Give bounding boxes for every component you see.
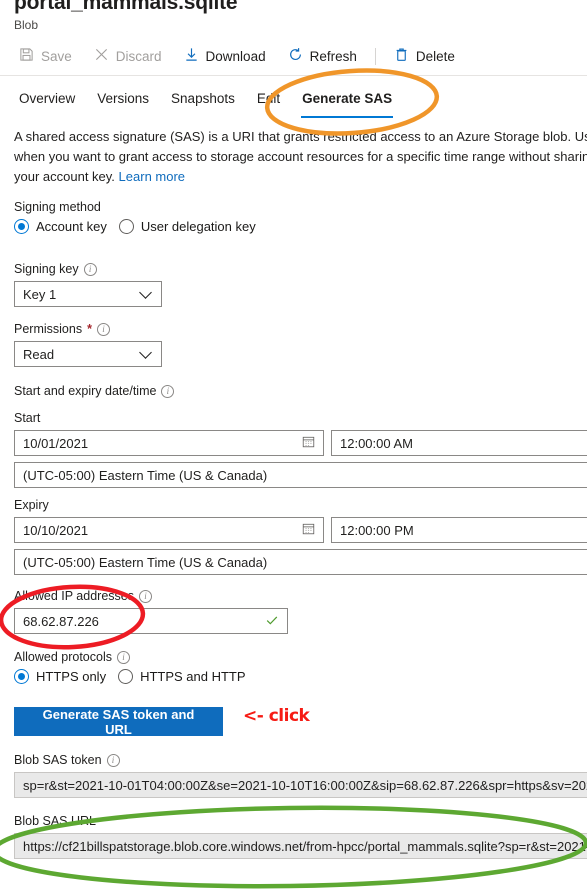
toolbar-divider [375,48,376,65]
toolbar-bottom-rule [0,75,587,76]
blob-sas-url-value: https://cf21billspatstorage.blob.core.wi… [23,839,587,854]
allowed-protocols-label: Allowed protocols [14,650,112,664]
click-annotation: <- click [243,706,309,726]
expiry-timezone-input[interactable]: (UTC-05:00) Eastern Time (US & Canada) [14,549,587,575]
calendar-icon[interactable] [302,522,315,538]
start-label: Start [14,411,40,425]
generate-sas-button[interactable]: Generate SAS token and URL [14,707,223,736]
delete-label: Delete [416,49,455,64]
permissions-label: Permissions [14,322,82,336]
allowed-protocols-radio-group: HTTPS only HTTPS and HTTP [14,669,246,684]
allowed-ip-input[interactable]: 68.62.87.226 [14,608,288,634]
discard-label: Discard [116,49,162,64]
calendar-icon[interactable] [302,435,315,451]
allowed-protocols-option-1-label: HTTPS and HTTP [140,669,245,684]
refresh-label: Refresh [310,49,357,64]
start-date-input[interactable]: 10/01/2021 [14,430,324,456]
page-header: portal_mammals.sqlite Blob [14,0,237,33]
radio-https-and-http-icon[interactable] [118,669,133,684]
start-timezone-value: (UTC-05:00) Eastern Time (US & Canada) [23,468,267,483]
download-icon [184,47,199,65]
permissions-required-marker: * [87,322,92,336]
signing-method-option-account-key[interactable]: Account key [14,219,107,234]
blob-sas-token-label-row: Blob SAS token i [14,753,120,767]
allowed-ip-label: Allowed IP addresses [14,589,134,603]
sas-description-text: A shared access signature (SAS) is a URI… [14,129,587,184]
allowed-protocols-option-https-only[interactable]: HTTPS only [14,669,106,684]
tab-edit[interactable]: Edit [246,86,291,118]
signing-key-info-icon[interactable]: i [84,263,97,276]
allowed-protocols-option-https-and-http[interactable]: HTTPS and HTTP [118,669,245,684]
delete-button[interactable]: Delete [383,42,466,70]
signing-method-label: Signing method [14,200,101,214]
refresh-icon [288,47,303,65]
signing-key-label: Signing key [14,262,79,276]
sas-description: A shared access signature (SAS) is a URI… [14,127,587,187]
blob-sas-token-label: Blob SAS token [14,753,102,767]
page-subtitle: Blob [14,17,237,33]
permissions-info-icon[interactable]: i [97,323,110,336]
permissions-select[interactable]: Read [14,341,162,367]
download-label: Download [206,49,266,64]
valid-check-icon [265,613,279,630]
signing-key-value: Key 1 [23,287,56,302]
tab-generate-sas[interactable]: Generate SAS [291,86,403,118]
permissions-label-row: Permissions * i [14,322,110,336]
command-bar: Save Discard Download Refresh Delete [8,42,466,70]
start-date-value: 10/01/2021 [23,436,88,451]
expiry-time-input[interactable]: 12:00:00 PM [331,517,587,543]
discard-icon [94,47,109,65]
start-time-input[interactable]: 12:00:00 AM [331,430,587,456]
save-icon [19,47,34,65]
tab-bar: Overview Versions Snapshots Edit Generat… [8,86,403,118]
allowed-ip-info-icon[interactable]: i [139,590,152,603]
chevron-down-icon [139,346,152,359]
radio-user-delegation-key-icon[interactable] [119,219,134,234]
expiry-time-value: 12:00:00 PM [340,523,414,538]
allowed-protocols-label-row: Allowed protocols i [14,650,130,664]
signing-method-option-1-label: User delegation key [141,219,256,234]
blob-sas-url-label: Blob SAS URL [14,814,96,828]
allowed-protocols-info-icon[interactable]: i [117,651,130,664]
start-timezone-input[interactable]: (UTC-05:00) Eastern Time (US & Canada) [14,462,587,488]
date-section-label: Start and expiry date/time [14,384,156,398]
download-button[interactable]: Download [173,42,277,70]
blob-sas-token-info-icon[interactable]: i [107,754,120,767]
refresh-button[interactable]: Refresh [277,42,368,70]
save-button[interactable]: Save [8,42,83,70]
radio-account-key-icon[interactable] [14,219,29,234]
signing-method-option-0-label: Account key [36,219,107,234]
discard-button[interactable]: Discard [83,42,173,70]
permissions-value: Read [23,347,54,362]
expiry-date-value: 10/10/2021 [23,523,88,538]
expiry-timezone-value: (UTC-05:00) Eastern Time (US & Canada) [23,555,267,570]
save-label: Save [41,49,72,64]
learn-more-link[interactable]: Learn more [119,169,185,184]
date-section-info-icon[interactable]: i [161,385,174,398]
blob-sas-url-field[interactable]: https://cf21billspatstorage.blob.core.wi… [14,833,587,859]
radio-https-only-icon[interactable] [14,669,29,684]
tab-versions[interactable]: Versions [86,86,160,118]
signing-key-select[interactable]: Key 1 [14,281,162,307]
signing-method-option-user-delegation-key[interactable]: User delegation key [119,219,256,234]
signing-method-label-wrap: Signing method [14,200,101,214]
tab-overview[interactable]: Overview [8,86,86,118]
signing-key-label-row: Signing key i [14,262,97,276]
expiry-date-input[interactable]: 10/10/2021 [14,517,324,543]
blob-sas-token-value: sp=r&st=2021-10-01T04:00:00Z&se=2021-10-… [23,778,587,793]
allowed-ip-value: 68.62.87.226 [23,614,99,629]
allowed-protocols-option-0-label: HTTPS only [36,669,106,684]
delete-icon [394,47,409,65]
blob-sas-token-field[interactable]: sp=r&st=2021-10-01T04:00:00Z&se=2021-10-… [14,772,587,798]
tab-snapshots[interactable]: Snapshots [160,86,246,118]
allowed-ip-label-row: Allowed IP addresses i [14,589,152,603]
chevron-down-icon [139,286,152,299]
expiry-label: Expiry [14,498,49,512]
signing-method-radio-group: Account key User delegation key [14,219,256,234]
date-section-label-row: Start and expiry date/time i [14,384,174,398]
start-time-value: 12:00:00 AM [340,436,413,451]
page-title: portal_mammals.sqlite [14,0,237,16]
